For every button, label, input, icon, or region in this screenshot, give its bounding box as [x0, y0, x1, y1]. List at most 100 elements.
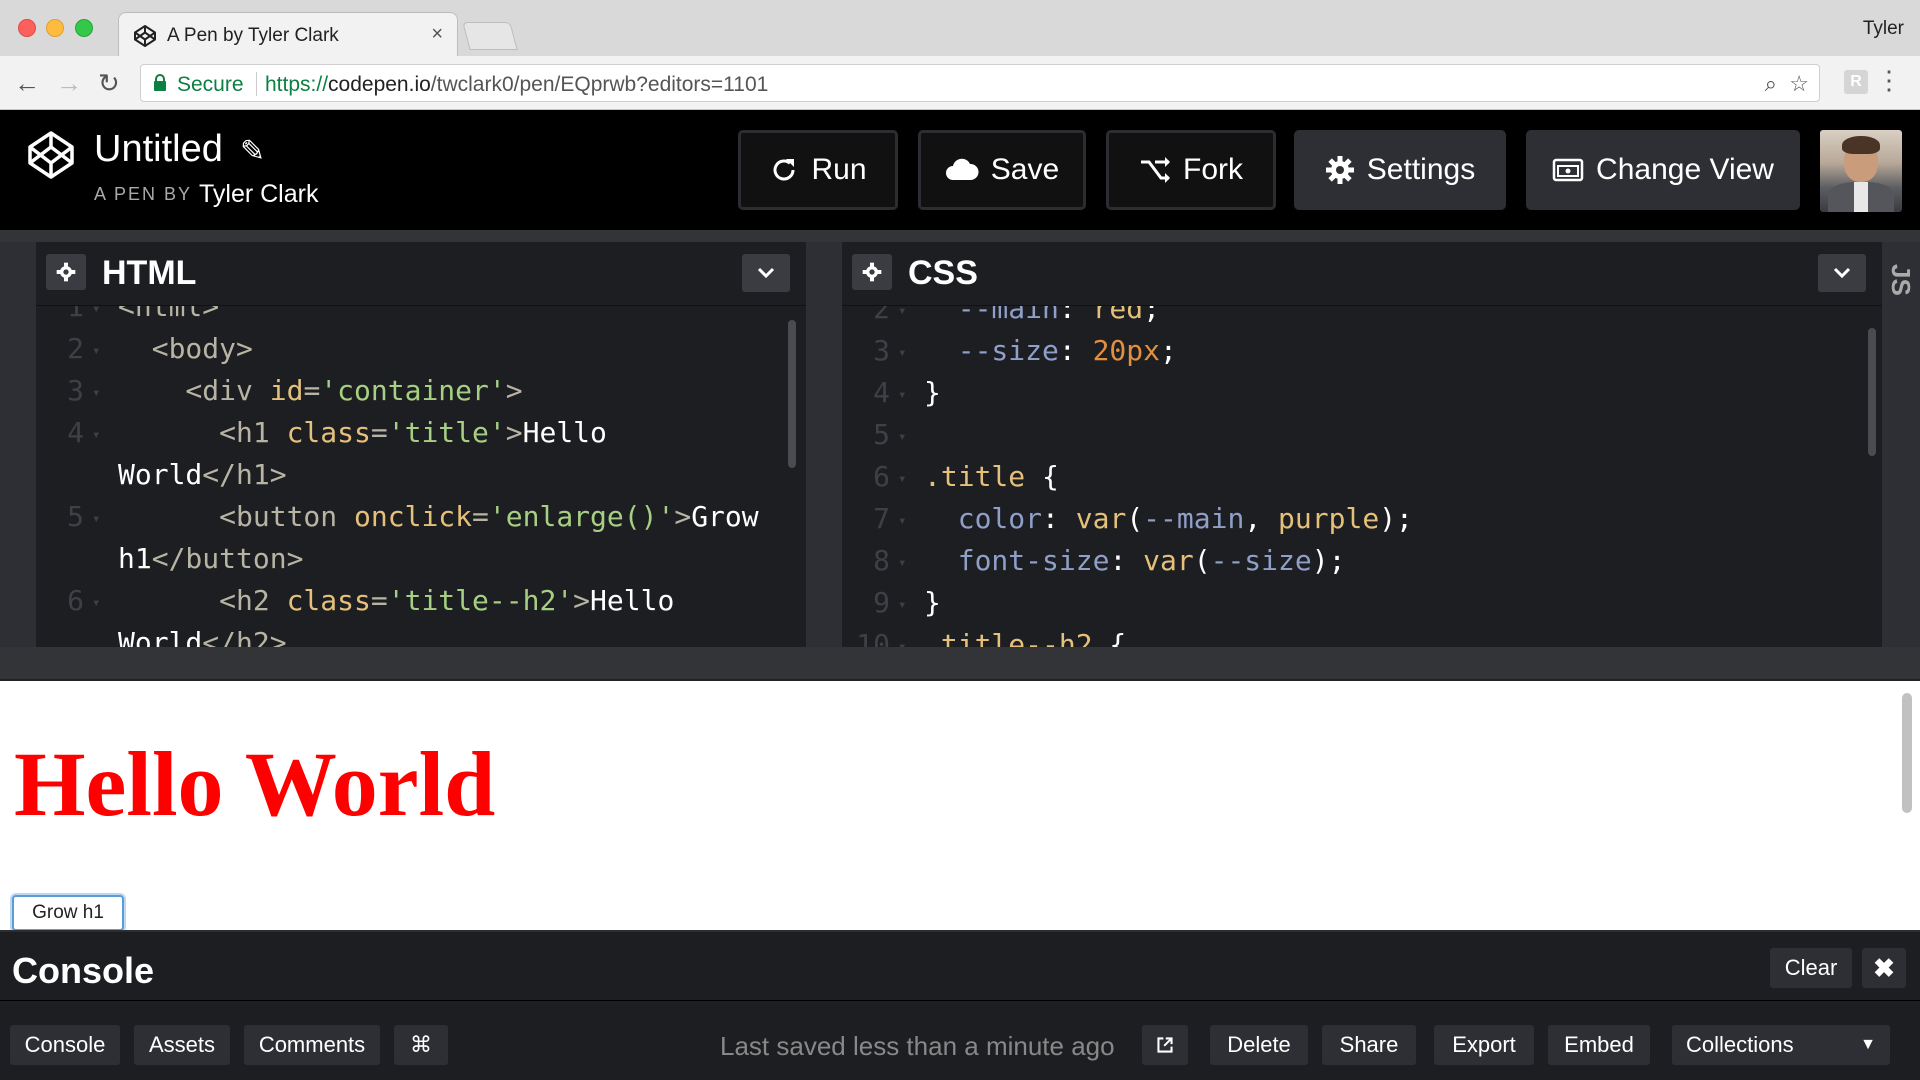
minimize-window-button[interactable]: [46, 19, 64, 37]
fold-arrow-icon[interactable]: ▾: [898, 306, 906, 332]
fold-arrow-icon[interactable]: ▾: [92, 372, 100, 414]
extension-icon[interactable]: R: [1844, 70, 1868, 94]
zoom-icon[interactable]: ⌕: [1765, 71, 1777, 97]
code-token: red: [1092, 306, 1144, 325]
line-number: 6: [873, 460, 890, 493]
close-window-button[interactable]: [18, 19, 36, 37]
bookmark-star-icon[interactable]: ☆: [1789, 71, 1809, 97]
tab-close-icon[interactable]: ×: [431, 23, 443, 46]
pen-author-link[interactable]: Tyler Clark: [199, 180, 318, 209]
codepen-logo-icon[interactable]: [26, 130, 76, 180]
browser-tab-active[interactable]: A Pen by Tyler Clark ×: [118, 12, 458, 56]
keyboard-shortcuts-icon[interactable]: ⌘: [394, 1025, 448, 1065]
embed-button[interactable]: Embed: [1548, 1025, 1650, 1065]
fold-arrow-icon[interactable]: ▾: [898, 500, 906, 542]
code-token: h1: [118, 542, 152, 575]
html-editor-scrollbar[interactable]: [788, 320, 796, 468]
html-code-line[interactable]: 5 ▾ <button onclick='enlarge()'>Grow: [36, 496, 806, 538]
fold-arrow-icon[interactable]: ▾: [898, 542, 906, 584]
save-label: Save: [990, 153, 1060, 186]
css-code-line[interactable]: 7 ▾ color: var(--main, purple);: [842, 498, 1882, 540]
settings-button[interactable]: Settings: [1294, 130, 1506, 210]
html-settings-button[interactable]: [46, 254, 86, 290]
footer-console-button[interactable]: Console: [10, 1025, 120, 1065]
footer-assets-button[interactable]: Assets: [134, 1025, 230, 1065]
lock-icon: [154, 74, 166, 91]
export-button[interactable]: Export: [1434, 1025, 1534, 1065]
html-code-line[interactable]: 1 ▾ <html>: [36, 306, 806, 328]
fold-arrow-icon[interactable]: ▾: [898, 626, 906, 647]
css-code-line[interactable]: 8 ▾ font-size: var(--size);: [842, 540, 1882, 582]
run-button[interactable]: Run: [738, 130, 898, 210]
css-editor-scrollbar[interactable]: [1868, 328, 1876, 456]
css-code-line[interactable]: 9 ▾}: [842, 582, 1882, 624]
editor-top-resizer[interactable]: [0, 230, 1920, 242]
left-resize-handle[interactable]: [0, 242, 36, 647]
tab-title: A Pen by Tyler Clark: [167, 25, 339, 46]
html-code-line[interactable]: World</h2>: [36, 622, 806, 647]
user-avatar[interactable]: [1820, 130, 1902, 212]
html-code-line[interactable]: 2 ▾ <body>: [36, 328, 806, 370]
fold-arrow-icon[interactable]: ▾: [898, 458, 906, 500]
css-code-line[interactable]: 4 ▾}: [842, 372, 1882, 414]
fold-arrow-icon[interactable]: ▾: [92, 498, 100, 540]
browser-menu-icon[interactable]: ⋮: [1876, 66, 1902, 94]
css-code-text: font-size: var(--size);: [924, 540, 1346, 582]
fold-arrow-icon[interactable]: ▾: [898, 416, 906, 458]
html-code-line[interactable]: 3 ▾ <div id='container'>: [36, 370, 806, 412]
new-tab-button[interactable]: [462, 22, 518, 50]
html-code-line[interactable]: 4 ▾ <h1 class='title'>Hello: [36, 412, 806, 454]
reload-icon[interactable]: ↻: [98, 68, 120, 98]
css-code-editor[interactable]: 2 ▾ --main: red; 3 ▾ --size: 20px; 4 ▾} 5 ▾ 6 ▾ .t…: [842, 306, 1882, 647]
fold-arrow-icon[interactable]: ▾: [898, 584, 906, 626]
pen-title[interactable]: Untitled: [94, 128, 223, 171]
fold-arrow-icon[interactable]: ▾: [92, 414, 100, 456]
delete-button[interactable]: Delete: [1210, 1025, 1308, 1065]
code-token: >: [505, 374, 523, 407]
fold-arrow-icon[interactable]: ▾: [92, 306, 100, 330]
html-options-dropdown[interactable]: [742, 254, 790, 292]
footer-comments-button[interactable]: Comments: [244, 1025, 380, 1065]
css-code-line[interactable]: 3 ▾ --size: 20px;: [842, 330, 1882, 372]
fold-arrow-icon[interactable]: ▾: [92, 330, 100, 372]
css-code-line[interactable]: 10 ▾ .title--h2 {: [842, 624, 1882, 647]
code-token: =: [370, 416, 388, 449]
fold-arrow-icon[interactable]: ▾: [898, 374, 906, 416]
console-close-icon[interactable]: ✖: [1862, 948, 1906, 988]
edit-title-pencil-icon[interactable]: ✎: [240, 134, 265, 169]
editor-bottom-resizer[interactable]: [0, 647, 1920, 681]
preview-scrollbar[interactable]: [1902, 693, 1912, 813]
open-external-button[interactable]: [1142, 1025, 1188, 1065]
fold-arrow-icon[interactable]: ▾: [92, 582, 100, 624]
share-button[interactable]: Share: [1322, 1025, 1416, 1065]
css-code-text: --main: red;: [924, 306, 1160, 330]
middle-resize-handle[interactable]: [806, 242, 842, 647]
css-code-line[interactable]: 5 ▾: [842, 414, 1882, 456]
css-code-line[interactable]: 2 ▾ --main: red;: [842, 306, 1882, 330]
html-code-line[interactable]: World</h1>: [36, 454, 806, 496]
forward-arrow-icon[interactable]: →: [56, 68, 82, 98]
css-options-dropdown[interactable]: [1818, 254, 1866, 292]
grow-h1-button[interactable]: Grow h1: [12, 895, 124, 931]
fork-button[interactable]: Fork: [1106, 130, 1276, 210]
url-bar[interactable]: Secure https://codepen.io/twclark0/pen/E…: [140, 64, 1820, 102]
result-preview: Hello World Grow h1: [0, 681, 1920, 931]
collections-dropdown[interactable]: Collections ▼: [1672, 1025, 1890, 1065]
code-token: =: [370, 584, 388, 617]
console-clear-button[interactable]: Clear: [1770, 948, 1852, 988]
html-code-line[interactable]: h1</button>: [36, 538, 806, 580]
url-text[interactable]: https://codepen.io/twclark0/pen/EQprwb?e…: [265, 73, 768, 97]
html-code-line[interactable]: 6 ▾ <h2 class='title--h2'>Hello: [36, 580, 806, 622]
css-settings-button[interactable]: [852, 254, 892, 290]
html-code-editor[interactable]: 1 ▾ <html> 2 ▾ <body> 3 ▾ <div id='container'>…: [36, 306, 806, 647]
change-view-button[interactable]: Change View: [1526, 130, 1800, 210]
code-token: font-size: [924, 544, 1110, 577]
css-code-line[interactable]: 6 ▾ .title {: [842, 456, 1882, 498]
back-arrow-icon[interactable]: ←: [14, 68, 40, 98]
save-button[interactable]: Save: [918, 130, 1086, 210]
maximize-window-button[interactable]: [75, 19, 93, 37]
fold-arrow-icon[interactable]: ▾: [898, 332, 906, 374]
browser-profile-name[interactable]: Tyler: [1863, 18, 1904, 40]
css-code-text: color: var(--main, purple);: [924, 498, 1413, 540]
js-editor-collapsed-tab[interactable]: JS: [1882, 242, 1920, 647]
